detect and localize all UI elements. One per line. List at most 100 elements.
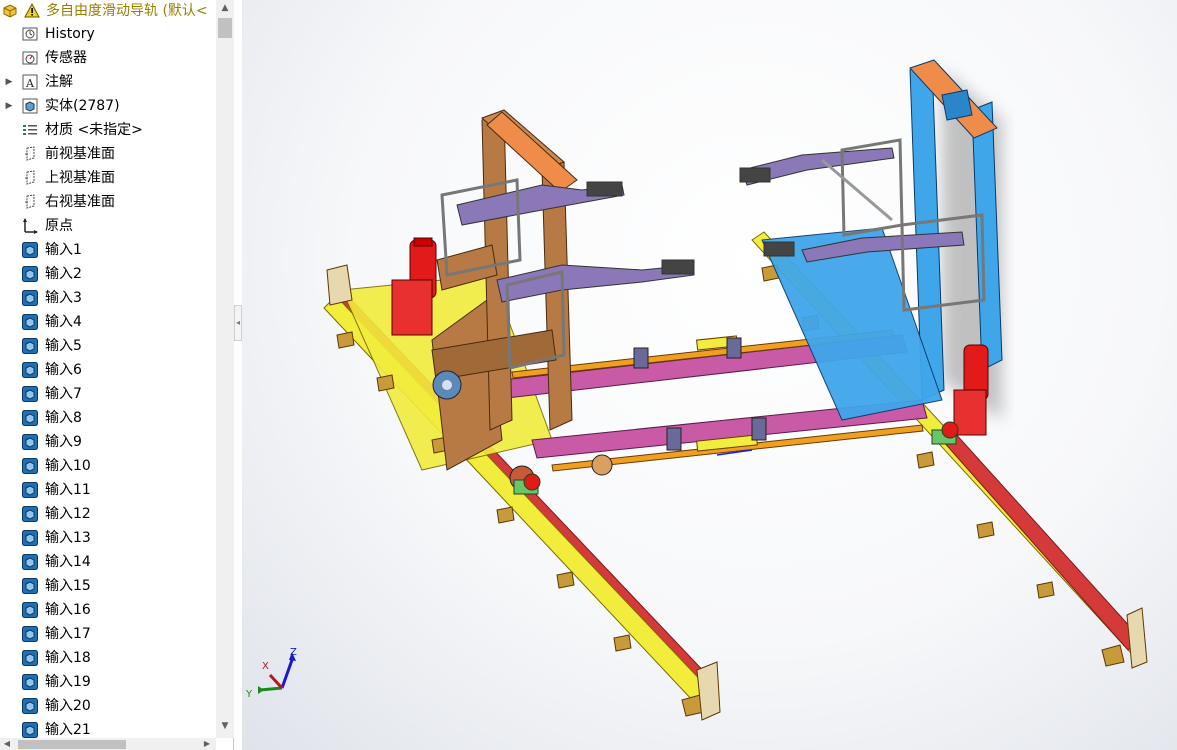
feature-tree-panel: 多自由度滑动导轨 (默认< History 传感器 ▶ A 注解 ▶ 实体(2787) 材质 … xyxy=(0,0,234,750)
tree-item[interactable]: 传感器 xyxy=(0,46,216,70)
left-motor xyxy=(391,237,437,336)
expand-arrow-icon[interactable]: ▶ xyxy=(4,94,14,118)
tree-item[interactable]: 输入3 xyxy=(0,286,216,310)
tree-item-label: 输入18 xyxy=(45,650,91,666)
imported-body-icon xyxy=(22,338,38,354)
tree-item-label: 输入19 xyxy=(45,674,91,690)
triad-y-label: Y xyxy=(245,689,253,700)
horizontal-scrollbar[interactable]: ◀ ▶ xyxy=(0,738,216,750)
imported-body-icon xyxy=(22,626,38,642)
part-icon xyxy=(3,4,17,18)
tree-item-label: 输入3 xyxy=(45,290,82,306)
tree-item[interactable]: History xyxy=(0,22,216,46)
imported-body-icon xyxy=(22,266,38,282)
imported-body-icon xyxy=(22,410,38,426)
tree-item-label: 输入15 xyxy=(45,578,91,594)
tree-item[interactable]: 输入12 xyxy=(0,502,216,526)
tree-item[interactable]: 输入10 xyxy=(0,454,216,478)
imported-body-icon xyxy=(22,506,38,522)
tree-item[interactable]: 输入18 xyxy=(0,646,216,670)
imported-body-icon xyxy=(22,602,38,618)
tree-item[interactable]: 输入8 xyxy=(0,406,216,430)
imported-body-icon xyxy=(22,578,38,594)
tree-item[interactable]: 上视基准面 xyxy=(0,166,216,190)
tree-item[interactable]: 输入17 xyxy=(0,622,216,646)
tree-item-label: 输入13 xyxy=(45,530,91,546)
imported-body-icon xyxy=(22,722,38,738)
triad-x-label: X xyxy=(262,661,269,672)
tree-item[interactable]: 右视基准面 xyxy=(0,190,216,214)
tree-item-label: 输入12 xyxy=(45,506,91,522)
scroll-down-arrow-icon[interactable]: ▼ xyxy=(216,718,234,735)
imported-body-icon xyxy=(22,698,38,714)
tree-item-label: 注解 xyxy=(45,74,73,90)
tree-item-label: 右视基准面 xyxy=(45,194,115,210)
tree-item[interactable]: 输入5 xyxy=(0,334,216,358)
imported-body-icon xyxy=(22,242,38,258)
graphics-viewport[interactable]: X Y Z xyxy=(242,0,1177,750)
triad-z-label: Z xyxy=(290,647,297,658)
right-end-plate xyxy=(1126,607,1148,669)
scroll-left-arrow-icon[interactable]: ◀ xyxy=(0,738,14,750)
material-icon xyxy=(23,125,37,135)
plane-icon xyxy=(25,146,35,161)
tree-item[interactable]: 输入13 xyxy=(0,526,216,550)
hscroll-thumb[interactable] xyxy=(18,740,126,749)
tree-item[interactable]: 输入9 xyxy=(0,430,216,454)
history-icon xyxy=(22,27,38,41)
imported-body-icon xyxy=(22,530,38,546)
tree-item[interactable]: 输入16 xyxy=(0,598,216,622)
origin-icon xyxy=(23,218,38,234)
panel-splitter[interactable]: ◂ xyxy=(234,0,242,750)
imported-body-icon xyxy=(22,434,38,450)
tree-item[interactable]: 原点 xyxy=(0,214,216,238)
imported-body-icon xyxy=(22,314,38,330)
svg-text:A: A xyxy=(25,77,35,90)
expand-arrow-icon[interactable]: ▶ xyxy=(4,70,14,94)
imported-body-icon xyxy=(22,386,38,402)
imported-body-icon xyxy=(22,650,38,666)
tree-item[interactable]: 输入15 xyxy=(0,574,216,598)
tree-item[interactable]: 材质 <未指定> xyxy=(0,118,216,142)
scroll-right-arrow-icon[interactable]: ▶ xyxy=(200,738,214,750)
imported-body-icon xyxy=(22,290,38,306)
imported-body-icon xyxy=(22,362,38,378)
tree-item-label: 输入2 xyxy=(45,266,82,282)
tree-item[interactable]: ▶ A 注解 xyxy=(0,70,216,94)
tree-item-label: 输入5 xyxy=(45,338,82,354)
tree-item[interactable]: 输入11 xyxy=(0,478,216,502)
imported-body-icon xyxy=(22,458,38,474)
tree-item-label: 上视基准面 xyxy=(45,170,115,186)
tree-header[interactable]: 多自由度滑动导轨 (默认< xyxy=(0,0,216,22)
tree-item[interactable]: 输入20 xyxy=(0,694,216,718)
tree-item[interactable]: 输入21 xyxy=(0,718,216,738)
tree-item[interactable]: 输入6 xyxy=(0,358,216,382)
tree-item-label: 传感器 xyxy=(45,50,87,66)
tree-item-label: History xyxy=(45,26,95,42)
scroll-thumb[interactable] xyxy=(218,18,232,38)
part-title: 多自由度滑动导轨 (默认< xyxy=(46,3,208,19)
tree-item-label: 输入4 xyxy=(45,314,82,330)
tree-item-label: 输入11 xyxy=(45,482,91,498)
tree-item[interactable]: 输入2 xyxy=(0,262,216,286)
tree-item[interactable]: 输入1 xyxy=(0,238,216,262)
vertical-scrollbar[interactable]: ▲ ▼ xyxy=(216,0,234,738)
tree-item[interactable]: 前视基准面 xyxy=(0,142,216,166)
tree-item-label: 输入14 xyxy=(45,554,91,570)
tree-item-label: 输入17 xyxy=(45,626,91,642)
tree-item-label: 原点 xyxy=(45,218,73,234)
feature-tree-list: History 传感器 ▶ A 注解 ▶ 实体(2787) 材质 <未指定> 前视基准面上视基准… xyxy=(0,22,216,738)
solid-bodies-icon xyxy=(22,98,38,114)
imported-body-icon xyxy=(22,482,38,498)
tree-item-label: 输入1 xyxy=(45,242,82,258)
tree-item[interactable]: 输入14 xyxy=(0,550,216,574)
scroll-up-arrow-icon[interactable]: ▲ xyxy=(216,0,234,17)
tree-item-label: 实体(2787) xyxy=(45,98,120,114)
tree-item[interactable]: 输入4 xyxy=(0,310,216,334)
tree-item[interactable]: 输入7 xyxy=(0,382,216,406)
collapse-panel-handle[interactable]: ◂ xyxy=(234,305,242,341)
plane-icon xyxy=(25,194,35,209)
plane-icon xyxy=(25,170,35,185)
tree-item[interactable]: ▶ 实体(2787) xyxy=(0,94,216,118)
tree-item[interactable]: 输入19 xyxy=(0,670,216,694)
